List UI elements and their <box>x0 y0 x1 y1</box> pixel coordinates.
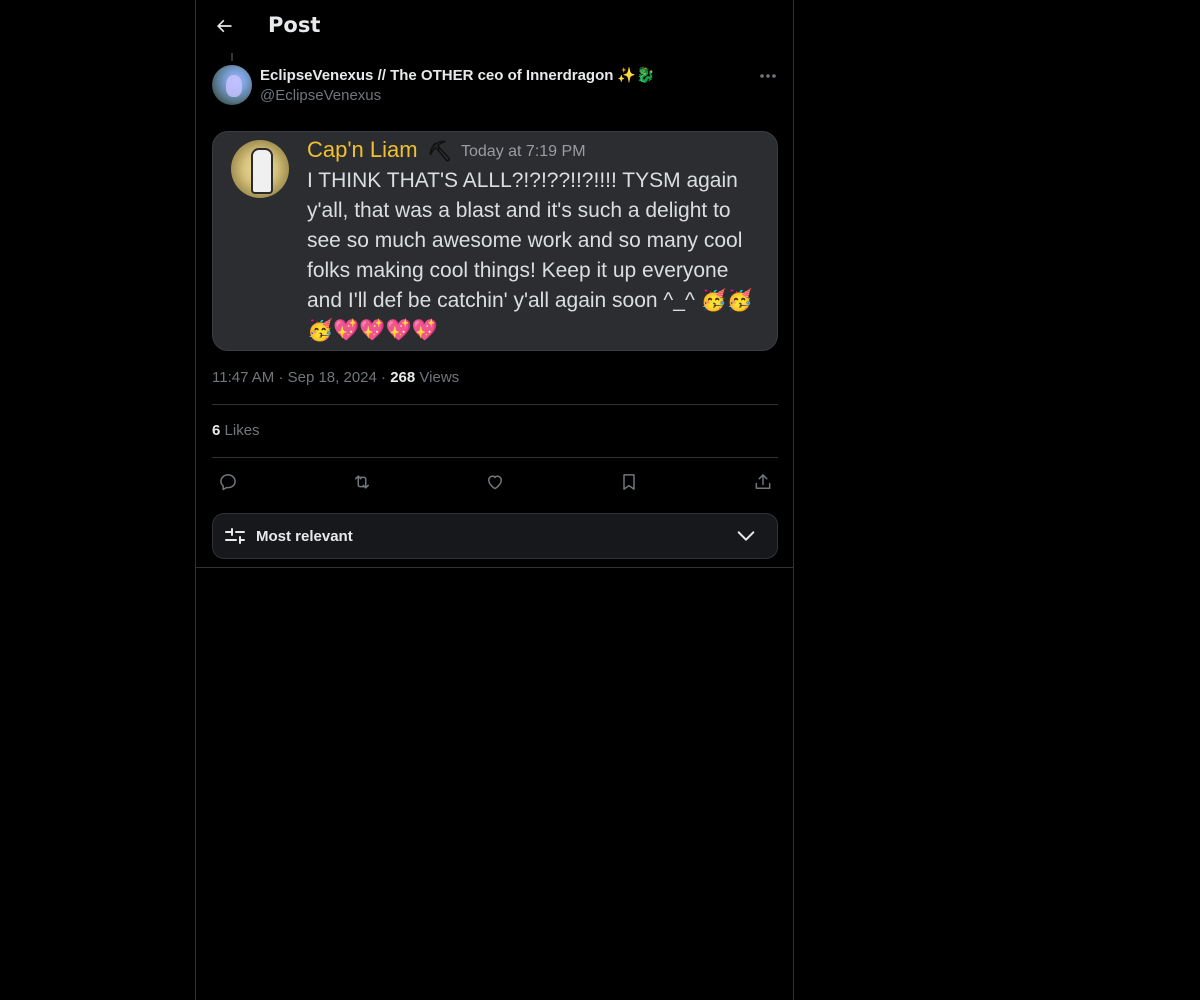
post-date[interactable]: Sep 18, 2024 <box>288 369 377 386</box>
likes-link[interactable]: 6 Likes <box>212 422 260 439</box>
discord-message-text: I THINK THAT'S ALLL?!?!??!!?!!!! TYSM ag… <box>307 169 753 342</box>
share-icon <box>755 474 771 489</box>
more-options-button[interactable] <box>752 64 784 88</box>
likes-count: 6 <box>212 422 221 439</box>
repost-button[interactable] <box>346 468 378 496</box>
author-name-row[interactable]: EclipseVenexus // The OTHER ceo of Inner… <box>260 66 655 84</box>
discord-badge-icon: ⛏ <box>427 141 453 163</box>
like-button[interactable] <box>479 468 511 496</box>
reply-button[interactable] <box>212 468 244 496</box>
post-image-discord-screenshot[interactable]: Cap'n Liam ⛏ Today at 7:19 PM I THINK TH… <box>212 131 778 351</box>
share-button[interactable] <box>747 468 779 496</box>
author-handle[interactable]: @EclipseVenexus <box>260 87 381 104</box>
page-title: Post <box>268 13 321 37</box>
replies-sort-dropdown[interactable]: Most relevant <box>212 513 778 559</box>
heart-icon <box>488 475 502 490</box>
page-header: Post <box>196 0 793 53</box>
meta-separator: · <box>381 369 387 386</box>
reply-icon <box>220 474 236 491</box>
bookmark-button[interactable] <box>613 468 645 496</box>
views-count: 268 <box>390 369 416 386</box>
author-avatar[interactable] <box>212 65 252 105</box>
sliders-icon <box>225 528 245 544</box>
arrow-left-icon <box>217 19 232 33</box>
chevron-down-icon <box>737 531 755 541</box>
meta-separator: · <box>278 369 284 386</box>
discord-username: Cap'n Liam <box>307 137 418 162</box>
bookmark-icon <box>623 474 635 490</box>
sort-selected-value: Most relevant <box>256 528 353 545</box>
thread-connector-line <box>231 53 233 61</box>
likes-label: Likes <box>224 422 260 439</box>
repost-icon <box>355 475 369 489</box>
post-metadata: 11:47 AM · Sep 18, 2024 · 268 Views <box>212 369 459 386</box>
more-horizontal-icon <box>760 74 776 78</box>
author-name[interactable]: EclipseVenexus // The OTHER ceo of Inner… <box>260 67 613 84</box>
discord-timestamp: Today at 7:19 PM <box>461 143 586 160</box>
views-label: Views <box>419 369 460 386</box>
main-column: Post EclipseVenexus // The OTHER ceo of … <box>195 0 794 1000</box>
discord-avatar <box>231 140 289 198</box>
divider <box>212 457 778 458</box>
post-time[interactable]: 11:47 AM <box>212 369 274 386</box>
author-name-emoji: ✨🐉 <box>617 67 655 84</box>
divider <box>212 404 778 405</box>
section-divider <box>196 567 793 568</box>
back-button[interactable] <box>208 10 240 42</box>
